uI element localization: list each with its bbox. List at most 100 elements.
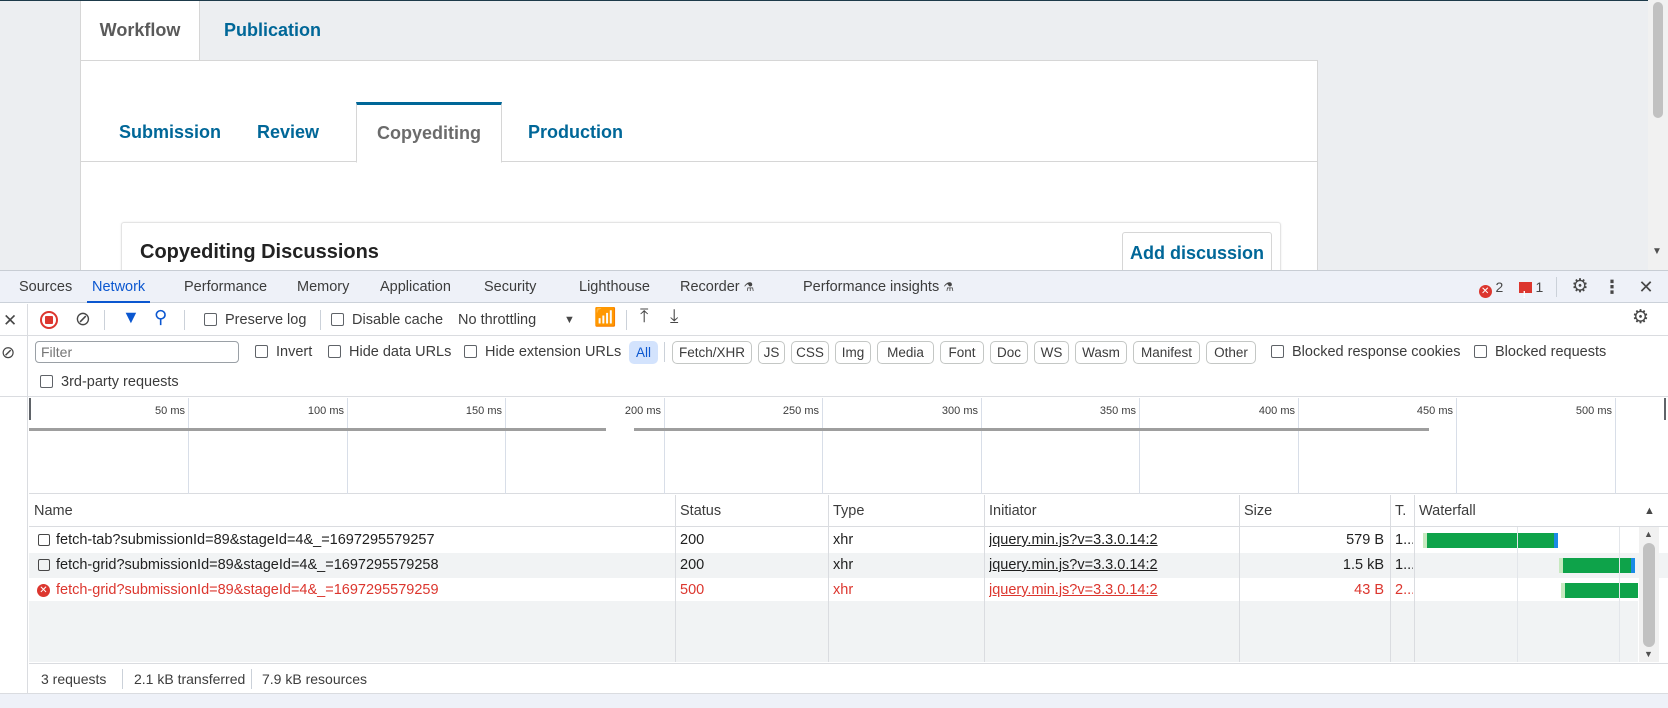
cell-initiator[interactable]: jquery.min.js?v=3.3.0.14:2 — [989, 578, 1229, 603]
import-har-icon[interactable]: ⤒ — [640, 306, 648, 328]
third-party-requests-checkbox[interactable]: 3rd-party requests — [40, 367, 179, 397]
table-scrollbar-thumb[interactable] — [1643, 543, 1655, 647]
overview-start-marker — [29, 398, 31, 420]
document-icon — [38, 559, 50, 571]
network-overview-timeline[interactable]: 50 ms 100 ms 150 ms 200 ms 250 ms 300 ms… — [29, 398, 1668, 494]
column-header-status[interactable]: Status — [675, 495, 828, 527]
hide-data-urls-checkbox[interactable]: Hide data URLs — [328, 337, 451, 367]
cell-initiator[interactable]: jquery.min.js?v=3.3.0.14:2 — [989, 553, 1229, 578]
tab-workflow[interactable]: Workflow — [80, 1, 200, 60]
tab-application[interactable]: Application — [380, 271, 451, 303]
filter-ws[interactable]: WS — [1034, 341, 1069, 364]
overview-end-marker — [1664, 398, 1666, 420]
blocked-response-cookies-label: Blocked response cookies — [1292, 344, 1461, 360]
hide-extension-urls-checkbox[interactable]: Hide extension URLs — [464, 337, 621, 367]
filter-wasm[interactable]: Wasm — [1075, 341, 1127, 364]
tab-submission[interactable]: Submission — [119, 102, 221, 162]
search-icon[interactable]: ⚲ — [154, 307, 167, 328]
table-row[interactable]: ✕ fetch-grid?submissionId=89&stageId=4&_=… — [29, 578, 1668, 603]
scroll-down-arrow-icon[interactable]: ▼ — [1644, 649, 1653, 659]
filter-other[interactable]: Other — [1206, 341, 1256, 364]
tab-review[interactable]: Review — [257, 102, 319, 162]
cell-name[interactable]: fetch-tab?submissionId=89&stageId=4&_=16… — [56, 528, 668, 553]
issue-counter[interactable]: 1 — [1516, 271, 1546, 312]
throttling-value: No throttling — [458, 312, 537, 328]
column-header-time[interactable]: T. — [1390, 495, 1414, 527]
preserve-log-checkbox[interactable]: Preserve log — [204, 305, 306, 335]
tab-network[interactable]: Network — [87, 271, 151, 303]
cell-status: 500 — [680, 582, 705, 598]
devtools-panel: Sources Network Performance Memory Appli… — [0, 270, 1668, 708]
toolbar-divider — [184, 310, 185, 330]
overview-tick-label: 50 ms — [155, 405, 185, 417]
column-header-size[interactable]: Size — [1239, 495, 1390, 527]
filter-doc[interactable]: Doc — [990, 341, 1028, 364]
tab-publication[interactable]: Publication — [200, 1, 345, 60]
filter-funnel-icon[interactable]: ▼ — [122, 307, 140, 328]
chevron-down-icon: ▼ — [564, 314, 575, 326]
cell-status: 200 — [680, 532, 705, 548]
filter-input[interactable] — [35, 341, 239, 363]
filter-media[interactable]: Media — [877, 341, 934, 364]
tab-performance-insights[interactable]: Performance insights ⚗ — [803, 271, 954, 303]
cell-initiator[interactable]: jquery.min.js?v=3.3.0.14:2 — [989, 528, 1229, 553]
clear-log-icon[interactable]: ⊘ — [75, 308, 91, 331]
tab-performance[interactable]: Performance — [184, 271, 267, 303]
tab-lighthouse[interactable]: Lighthouse — [579, 271, 650, 303]
column-header-waterfall[interactable]: Waterfall — [1414, 495, 1634, 527]
filter-all[interactable]: All — [629, 341, 658, 364]
cell-name[interactable]: fetch-grid?submissionId=89&stageId=4&_=1… — [56, 578, 668, 603]
disable-cache-label: Disable cache — [352, 312, 444, 328]
filter-img[interactable]: Img — [835, 341, 871, 364]
close-devtools-icon[interactable]: ✕ — [1636, 271, 1656, 303]
tab-sources[interactable]: Sources — [19, 271, 72, 303]
tab-recorder[interactable]: Recorder ⚗ — [680, 271, 754, 303]
blocked-requests-checkbox[interactable]: Blocked requests — [1474, 337, 1606, 367]
table-row[interactable]: fetch-tab?submissionId=89&stageId=4&_=16… — [29, 528, 1668, 553]
page-scrollbar-thumb[interactable] — [1653, 2, 1663, 118]
filter-css[interactable]: CSS — [791, 341, 829, 364]
blocked-response-cookies-checkbox[interactable]: Blocked response cookies — [1271, 337, 1460, 367]
table-scrollbar[interactable]: ▲ ▼ — [1639, 527, 1659, 662]
cell-name[interactable]: fetch-grid?submissionId=89&stageId=4&_=1… — [56, 553, 668, 578]
error-counter[interactable]: ✕ 2 — [1474, 271, 1508, 303]
network-conditions-icon[interactable]: 📶 — [594, 307, 616, 328]
column-header-type[interactable]: Type — [828, 495, 984, 527]
page-scrollbar[interactable]: ▼ — [1648, 0, 1668, 270]
settings-gear-icon[interactable]: ⚙ — [1568, 271, 1592, 303]
table-empty-area — [29, 601, 1638, 662]
blocked-requests-label: Blocked requests — [1495, 344, 1607, 360]
export-har-icon[interactable]: ⤓ — [670, 306, 678, 328]
disable-cache-checkbox[interactable]: Disable cache — [331, 305, 443, 335]
issue-count: 1 — [1535, 279, 1544, 295]
cell-size: 579 B — [1346, 532, 1384, 548]
invert-checkbox[interactable]: Invert — [255, 337, 312, 367]
stop-recording-icon[interactable] — [40, 311, 58, 329]
filter-js[interactable]: JS — [758, 341, 785, 364]
invert-label: Invert — [276, 344, 313, 360]
request-count: 3 requests — [41, 671, 107, 687]
filter-font[interactable]: Font — [940, 341, 984, 364]
more-options-icon[interactable]: ⋮ — [1602, 271, 1622, 303]
overview-tick-label: 300 ms — [941, 405, 978, 417]
sort-ascending-icon[interactable]: ▲ — [1644, 495, 1655, 527]
workflow-panel: Submission Review Copyediting Production… — [80, 60, 1318, 270]
network-settings-gear-icon[interactable]: ⚙ — [1632, 306, 1649, 329]
filter-fetch-xhr[interactable]: Fetch/XHR — [672, 341, 752, 364]
scroll-down-arrow-icon[interactable]: ▼ — [1652, 246, 1662, 257]
tab-production[interactable]: Production — [528, 102, 623, 162]
cell-type: xhr — [833, 582, 854, 598]
toolbar-divider — [1556, 277, 1557, 297]
filter-manifest[interactable]: Manifest — [1133, 341, 1200, 364]
column-header-initiator[interactable]: Initiator — [984, 495, 1239, 527]
tab-memory[interactable]: Memory — [297, 271, 349, 303]
scroll-up-arrow-icon[interactable]: ▲ — [1644, 529, 1653, 539]
add-discussion-button[interactable]: Add discussion — [1122, 232, 1272, 270]
table-row[interactable]: fetch-grid?submissionId=89&stageId=4&_=1… — [29, 553, 1668, 578]
throttling-select[interactable]: No throttling ▼ — [458, 305, 578, 335]
cell-type: xhr — [833, 532, 854, 548]
devtools-tab-bar: Sources Network Performance Memory Appli… — [0, 271, 1668, 312]
tab-security[interactable]: Security — [484, 271, 536, 303]
tab-copyediting[interactable]: Copyediting — [356, 102, 502, 163]
column-header-name[interactable]: Name — [29, 495, 675, 527]
